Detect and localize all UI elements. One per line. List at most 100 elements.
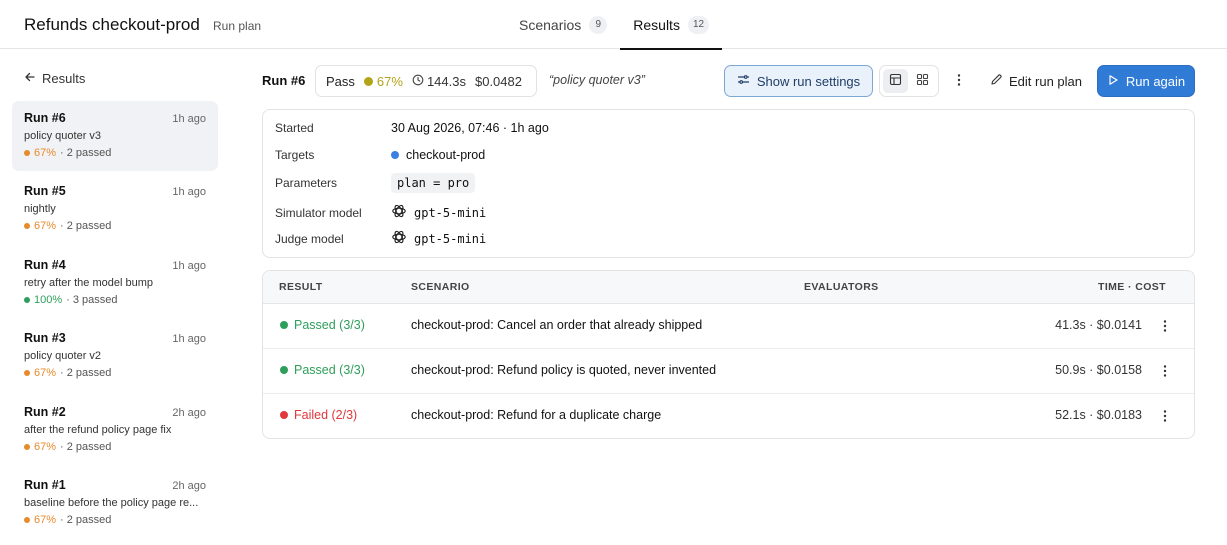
status-dot (280, 366, 288, 374)
tab-results[interactable]: Results 12 (620, 0, 722, 50)
table-row[interactable]: Passed (3/3) checkout-prod: Refund polic… (263, 349, 1194, 394)
more-vertical-icon (1163, 364, 1167, 381)
run-list-item[interactable]: Run #2 2h ago after the refund policy pa… (12, 395, 218, 465)
detail-value: 30 Aug 2026, 07:46 · 1h ago (391, 121, 549, 135)
result-status: Passed (3/3) (280, 363, 365, 377)
run-label: Run #6 (262, 73, 306, 88)
run-again-button[interactable]: Run again (1097, 65, 1195, 97)
more-actions-button[interactable] (948, 69, 970, 93)
run-score: 67% · 2 passed (24, 220, 206, 232)
tab-label: Scenarios (519, 16, 582, 33)
parameter-chip: plan = pro (391, 173, 476, 193)
run-time-ago: 2h ago (172, 479, 206, 492)
grid-icon (916, 73, 929, 89)
time-cost: 50.9s · $0.0158 (1055, 363, 1142, 377)
run-time-ago: 1h ago (172, 186, 206, 199)
row-more-button[interactable] (1156, 361, 1174, 383)
detail-started: Started 30 Aug 2026, 07:46 · 1h ago (275, 121, 549, 135)
model-name: gpt-5-mini (414, 231, 487, 246)
run-description: policy quoter v3 (24, 130, 102, 142)
detail-targets: Targets checkout-prod (275, 148, 485, 162)
run-pass-rate: 67% (34, 513, 57, 526)
run-list-item[interactable]: Run #6 1h ago policy quoter v3 67% · 2 p… (12, 101, 218, 171)
view-toggle (879, 65, 939, 97)
run-note: “policy quoter v3” (549, 73, 645, 87)
page-title: Refunds checkout-prod (24, 15, 200, 34)
run-score: 67% · 2 passed (24, 441, 206, 453)
run-list-item[interactable]: Run #5 1h ago nightly 67% · 2 passed (12, 174, 218, 244)
run-list-item[interactable]: Run #3 1h ago policy quoter v2 67% · 2 p… (12, 321, 218, 391)
back-link-label: Results (42, 71, 86, 86)
edit-run-plan-button[interactable]: Edit run plan (984, 65, 1088, 97)
run-time-ago: 1h ago (172, 113, 206, 125)
detail-value: plan = pro (391, 173, 476, 193)
result-label: Passed (3/3) (294, 318, 365, 332)
run-time-ago: 2h ago (172, 406, 206, 419)
run-passed-count: · 2 passed (60, 147, 112, 159)
result-label: Passed (3/3) (294, 363, 365, 377)
status-dot (280, 411, 288, 419)
time-cost: 52.1s · $0.0183 (1055, 408, 1142, 422)
model-name: gpt-5-mini (414, 205, 487, 220)
grid-view-button[interactable] (910, 69, 935, 93)
table-row[interactable]: Passed (3/3) checkout-prod: Cancel an or… (263, 304, 1194, 349)
result-label: Failed (2/3) (294, 408, 358, 422)
table-row[interactable]: Failed (2/3) checkout-prod: Refund for a… (263, 394, 1194, 438)
detail-label: Judge model (275, 231, 344, 246)
detail-label: Simulator model (275, 205, 362, 220)
run-status: Pass (326, 73, 355, 89)
run-pass-rate: 67% (34, 220, 57, 233)
more-vertical-icon (1163, 319, 1167, 336)
result-status: Passed (3/3) (280, 318, 365, 332)
detail-label: Started (275, 121, 314, 135)
run-time-ago: 1h ago (172, 259, 206, 272)
status-dot (363, 76, 373, 86)
detail-value: checkout-prod (391, 148, 485, 162)
detail-judge-model: Judge model gpt-5-mini (275, 229, 486, 248)
status-dot (24, 443, 30, 450)
status-dot (280, 321, 288, 329)
target-name[interactable]: checkout-prod (406, 148, 485, 162)
run-passed-count: · 2 passed (60, 220, 112, 233)
run-score: 67% · 2 passed (24, 367, 206, 379)
status-dot (24, 516, 30, 523)
clock-icon (412, 74, 424, 89)
table-view-button[interactable] (883, 69, 908, 93)
row-more-button[interactable] (1156, 316, 1174, 338)
run-pass-rate: 67% (34, 440, 57, 453)
column-header-scenario: SCENARIO (411, 281, 470, 293)
run-description: nightly (24, 203, 56, 216)
button-label: Show run settings (756, 73, 861, 89)
detail-simulator-model: Simulator model gpt-5-mini (275, 203, 486, 222)
more-vertical-icon (957, 73, 961, 90)
tab-count-badge: 9 (589, 15, 608, 34)
detail-label: Targets (275, 148, 315, 162)
detail-parameters: Parameters plan = pro (275, 173, 476, 193)
results-table: RESULT SCENARIO EVALUATORS TIME · COST P… (262, 270, 1195, 439)
run-score: 67% · 2 passed (24, 147, 206, 159)
run-score: 100% · 3 passed (24, 294, 206, 306)
show-run-settings-button[interactable]: Show run settings (724, 65, 873, 97)
run-list-item[interactable]: Run #4 1h ago retry after the model bump… (12, 248, 218, 318)
arrow-left-icon (24, 71, 36, 86)
back-to-results-link[interactable]: Results (24, 71, 85, 86)
run-details-card: Started 30 Aug 2026, 07:46 · 1h ago Targ… (262, 109, 1195, 258)
run-summary-pill: Pass 67% 144.3s $0.0482 (315, 65, 537, 97)
tab-scenarios[interactable]: Scenarios 9 (506, 0, 620, 49)
run-duration-value: 144.3s (426, 73, 466, 89)
run-passed-count: · 2 passed (60, 513, 112, 526)
detail-value: gpt-5-mini (391, 203, 486, 222)
row-more-button[interactable] (1156, 406, 1174, 428)
run-description: after the refund policy page fix (24, 423, 172, 436)
play-icon (1107, 74, 1119, 89)
status-dot (24, 150, 30, 156)
status-dot (24, 370, 30, 377)
openai-icon (391, 203, 407, 222)
run-pass-rate: 67% (34, 147, 57, 159)
tab-bar: Scenarios 9 Results 12 (506, 0, 722, 50)
run-description: baseline before the policy page re... (24, 496, 199, 509)
button-label: Edit run plan (1009, 73, 1082, 89)
run-list-item[interactable]: Run #1 2h ago baseline before the policy… (12, 468, 218, 538)
pencil-icon (990, 73, 1003, 89)
scenario-name: checkout-prod: Refund for a duplicate ch… (411, 408, 662, 422)
